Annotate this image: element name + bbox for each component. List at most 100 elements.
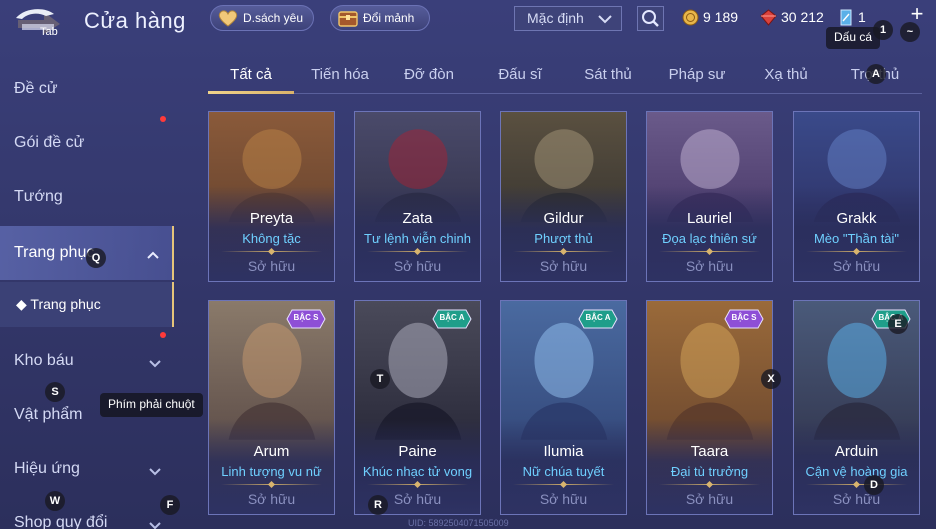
sidebar-item-effects[interactable]: Hiệu ứng [0,442,174,496]
sidebar-item-label: Trang phục [14,244,95,261]
skin-card[interactable]: Paine Khúc nhạc tử vong Sở hữu BẬC A [354,300,481,515]
gold-currency: 9 189 [682,7,738,27]
tab-all[interactable]: Tất cả [208,66,294,83]
sidebar-item-label: Kho báu [14,352,74,369]
ownership-status: Sở hữu [685,258,734,274]
skin-card[interactable]: Gildur Phượt thủ Sở hữu [500,111,627,282]
sort-value: Mặc định [527,10,584,26]
skin-card[interactable]: Ilumia Nữ chúa tuyết Sở hữu BẬC A [500,300,627,515]
sidebar-item-featured[interactable]: Đề cử [0,62,174,116]
ruby-currency: 30 212 [760,7,824,27]
sidebar-item-treasure[interactable]: Kho báu [0,332,174,388]
ownership-status: Sở hữu [247,491,296,507]
ownership-status: Sở hữu [247,258,296,274]
skin-card[interactable]: Zata Tư lệnh viễn chinh Sở hữu [354,111,481,282]
skin-card[interactable]: Lauriel Đọa lạc thiên sứ Sở hữu [646,111,773,282]
ruby-icon [760,8,777,26]
key-hint-e: E [888,314,908,334]
key-hint-f: F [160,495,180,515]
ownership-status: Sở hữu [685,491,734,507]
search-button[interactable] [637,6,664,31]
hero-name: Grakk [836,210,877,227]
shard-value: 1 [858,9,866,25]
gold-coin-icon [682,9,699,25]
sidebar: Đề cử Gói đề cử Tướng Trang phục ◆ Trang… [0,62,174,529]
tab-evolution[interactable]: Tiến hóa [300,66,380,83]
skin-name: Cận vệ hoàng gia [805,464,908,479]
skin-card[interactable]: Preyta Không tặc Sở hữu [208,111,335,282]
skin-name: Đại tù trưởng [670,464,749,479]
chevron-down-icon [149,522,161,529]
chest-icon [338,11,358,27]
exchange-shards-button[interactable]: Đổi mảnh [330,5,430,31]
ruby-value: 30 212 [781,9,824,25]
hero-name: Preyta [249,210,294,227]
sidebar-item-label: Gói đề cử [14,134,85,151]
tab-tank[interactable]: Đỡ đòn [390,66,468,83]
page-title: Cửa hàng [84,8,186,33]
skin-card[interactable]: Grakk Mèo "Thần tài" Sở hữu [793,111,920,282]
tab-marksman[interactable]: Xạ thủ [748,66,824,83]
sidebar-item-label: Tướng [14,188,63,205]
key-hint-r: R [368,495,388,515]
sidebar-subitem-skins[interactable]: ◆ Trang phục [0,282,174,327]
ownership-status: Sở hữu [832,258,881,274]
user-id: UID: 5892504071505009 [408,518,509,528]
key-hint-w: W [45,491,65,511]
sidebar-subitem-label: Trang phục [30,296,101,312]
skin-name: Không tặc [242,231,301,246]
sidebar-item-exchange-shop[interactable]: Shop quy đổi [0,496,174,529]
exchange-label: Đổi mảnh [363,11,415,25]
key-hint-1: 1 [873,20,893,40]
skin-name: Linh tượng vu nữ [221,464,322,479]
sidebar-item-label: Vật phẩm [14,406,83,423]
sidebar-item-label: Hiệu ứng [14,460,80,477]
skin-card[interactable]: Taara Đại tù trưởng Sở hữu BẬC S [646,300,773,515]
ownership-status: Sở hữu [832,491,881,507]
shard-currency: 1 [838,7,866,27]
skin-name: Đọa lạc thiên sứ [662,231,757,246]
notification-dot [160,332,166,338]
sidebar-item-heroes[interactable]: Tướng [0,170,174,224]
hero-name: Arum [253,443,290,460]
sort-dropdown[interactable]: Mặc định [514,6,622,31]
chevron-down-icon [149,468,161,476]
tab-fighter[interactable]: Đấu sĩ [482,66,558,83]
tier-label: BẬC A [439,313,465,322]
tier-badge: BẬC A [432,309,472,329]
skin-name: Phượt thủ [534,231,593,246]
hero-name: Ilumia [543,443,584,460]
key-hint-a: A [866,64,886,84]
notification-dot [160,116,166,122]
wishlist-button[interactable]: D.sách yêu [210,5,314,31]
skin-name: Tư lệnh viễn chinh [364,231,471,246]
hero-name: Taara [690,443,729,460]
wishlist-label: D.sách yêu [242,11,304,25]
back-button[interactable]: Tab [14,6,70,40]
hero-name: Arduin [834,443,879,460]
key-hint-t: T [370,369,390,389]
tab-key-hint: Tab [40,26,58,38]
category-tabs: Tất cả Tiến hóa Đỡ đòn Đấu sĩ Sát thủ Ph… [208,58,922,94]
tier-badge: BẬC A [578,309,618,329]
hero-name: Zata [402,210,433,227]
currency-tooltip: Dấu cá [826,27,881,49]
ownership-status: Sở hữu [539,491,588,507]
shard-icon [840,9,852,25]
skin-name: Khúc nhạc tử vong [362,464,473,479]
right-click-tooltip: Phím phải chuột [100,393,203,417]
key-hint-q: Q [86,248,106,268]
key-hint-s: S [45,382,65,402]
ownership-status: Sở hữu [393,258,442,274]
tab-assassin[interactable]: Sát thủ [570,66,646,83]
skin-name: Mèo "Thần tài" [813,231,900,246]
key-hint-d: D [864,475,884,495]
hero-name: Gildur [543,210,584,227]
skin-card[interactable]: Arum Linh tượng vu nữ Sở hữu BẬC S [208,300,335,515]
sidebar-item-bundles[interactable]: Gói đề cử [0,116,174,170]
skin-name: Nữ chúa tuyết [522,464,605,479]
top-bar: Tab Cửa hàng D.sách yêu Đổi mảnh Mặc địn… [0,0,936,49]
tab-mage[interactable]: Pháp sư [658,66,736,83]
tier-badge: BẬC S [724,309,764,329]
chevron-down-icon [149,360,161,368]
